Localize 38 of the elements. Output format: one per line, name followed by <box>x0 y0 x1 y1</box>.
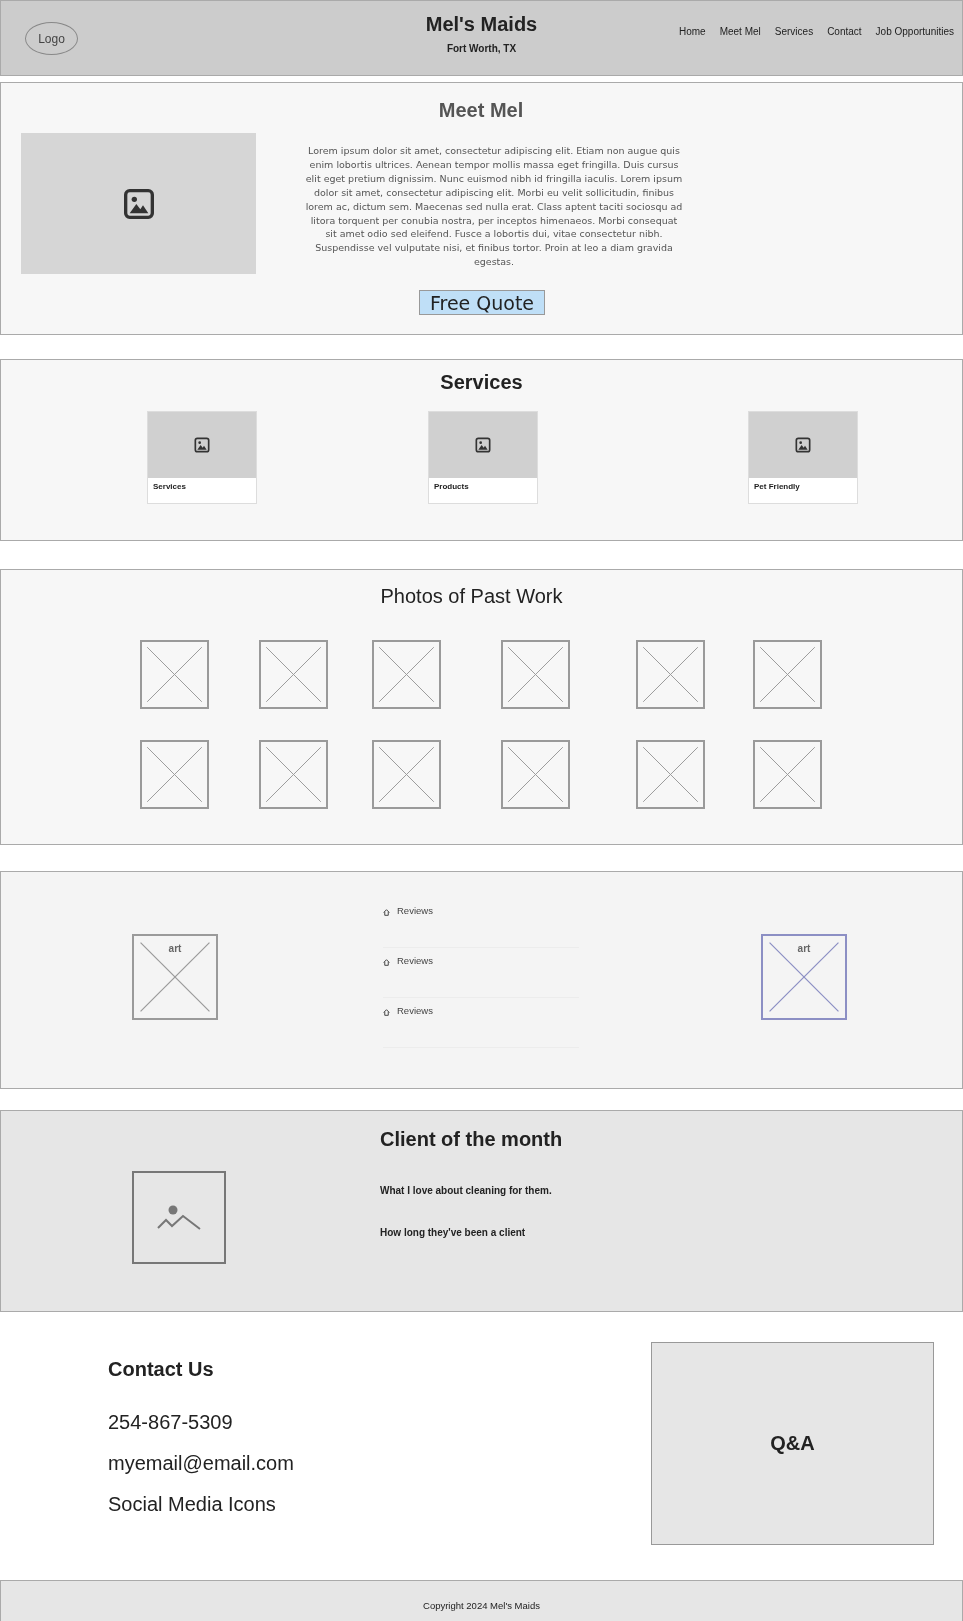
section-title: Meet Mel <box>437 98 525 123</box>
section-title: Photos of Past Work <box>379 584 564 608</box>
contact-detail: Social Media Icons <box>108 1492 276 1517</box>
client-detail: What I love about cleaning for them. <box>380 1184 552 1198</box>
service-card[interactable]: Products <box>428 411 538 504</box>
nav-link[interactable]: Contact <box>827 24 862 39</box>
review-item[interactable]: Reviews <box>383 948 579 998</box>
image-icon <box>194 437 210 453</box>
image-icon <box>475 437 491 453</box>
section-title: Client of the month <box>380 1127 563 1152</box>
client-detail: How long they've been a client <box>380 1226 526 1240</box>
home-icon <box>383 909 390 916</box>
nav-link[interactable]: Services <box>774 24 814 39</box>
copyright-text: Copyright 2024 Mel's Maids <box>423 1599 540 1614</box>
card-label: Pet Friendly <box>754 481 801 493</box>
qa-panel[interactable]: Q&A <box>651 1342 934 1545</box>
image-icon <box>157 1204 201 1231</box>
nav-link[interactable]: Home <box>678 24 706 39</box>
contact-detail: myemail@email.com <box>108 1451 294 1476</box>
about-paragraph: Lorem ipsum dolor sit amet, consectetur adipiscing elit. Etiam non augue quis enim lobortis ultrices. Aenean tempor mollis massa eget fringilla. Duis cursus elit eget pretium dignissim. Nunc euismod nibh id fringilla iaculis. Lorem ipsum dolor sit amet, consectetur adipiscing elit. Morbi eu velit sollicitudin, finibus lorem ac, dictum sem. Maecenas sed nulla erat. Class aptent taciti sociosqu ad litora torquent per conubia nostra, per inceptos himenaeos. Morbi consequat sit amet odio sed eleifend. Fusce a lobortis dui, vitae consectetur nibh. Suspendisse vel vulputate nisi, et finibus tortor. Proin at leo a diam gravida egestas. <box>304 144 684 270</box>
site-location: Fort Worth, TX <box>446 42 517 56</box>
free-quote-button[interactable]: Free Quote <box>419 290 545 315</box>
section-title: Services <box>439 370 524 394</box>
card-label: Services <box>153 481 187 493</box>
nav-link[interactable]: Job Opportunities <box>875 24 954 39</box>
home-icon <box>383 1009 390 1016</box>
review-item[interactable]: Reviews <box>383 898 579 948</box>
service-card[interactable]: Services <box>147 411 257 504</box>
site-title: Mel's Maids <box>425 12 538 36</box>
image-icon <box>122 187 155 220</box>
home-icon <box>383 959 390 966</box>
image-icon <box>795 437 811 453</box>
review-item[interactable]: Reviews <box>383 998 579 1048</box>
service-card[interactable]: Pet Friendly <box>748 411 858 504</box>
card-label: Products <box>434 481 470 493</box>
contact-detail: 254-867-5309 <box>108 1410 233 1435</box>
section-title: Contact Us <box>108 1357 214 1382</box>
nav-link[interactable]: Meet Mel <box>719 24 761 39</box>
